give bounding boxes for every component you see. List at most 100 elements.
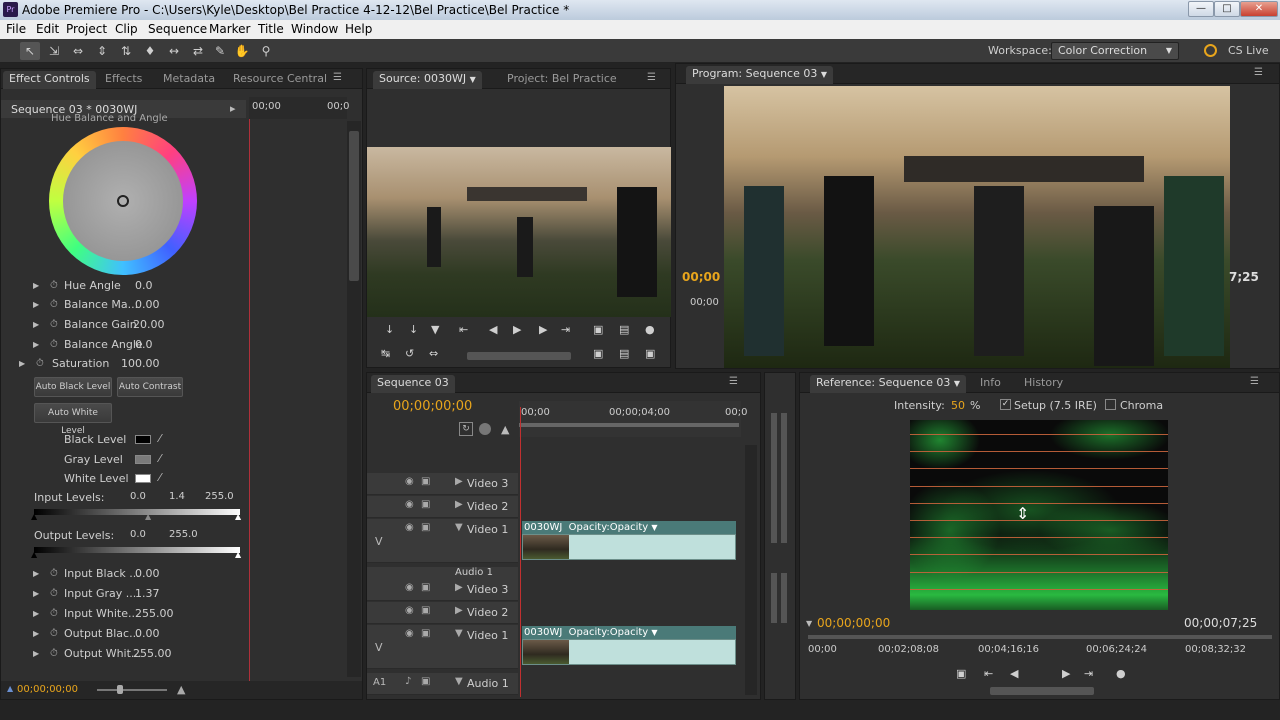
param-value[interactable]: 0.00 — [135, 567, 160, 580]
rate-stretch-tool-icon[interactable]: ⇅ — [116, 42, 136, 60]
output-icon[interactable]: ▣ — [593, 347, 603, 360]
tab-program[interactable]: Program: Sequence 03 ▼ — [686, 66, 834, 84]
menu-marker[interactable]: Marker — [209, 22, 250, 36]
lock-icon[interactable]: ▣ — [421, 522, 430, 533]
expand-icon[interactable]: ▶ — [455, 499, 463, 510]
expand-icon[interactable]: ▶ — [33, 569, 39, 578]
program-time-left[interactable]: 00;00 — [682, 270, 720, 284]
eyedropper-icon[interactable]: ⁄ — [159, 471, 161, 484]
expand-icon[interactable]: ▶ — [33, 589, 39, 598]
expand-icon[interactable]: ▶ — [455, 605, 463, 616]
lift-icon[interactable]: ▤ — [619, 347, 629, 360]
param-value[interactable]: 0.0 — [135, 338, 153, 351]
collapse-icon[interactable]: ▼ — [455, 628, 463, 639]
timeline-timecode[interactable]: 00;00;00;00 — [393, 399, 472, 414]
param-value[interactable]: 1.37 — [135, 587, 160, 600]
nav-icon[interactable]: ▸ — [230, 102, 236, 115]
step-back-icon[interactable]: ◀ — [489, 323, 497, 336]
panel-menu-icon[interactable]: ☰ — [333, 72, 342, 83]
camera-icon[interactable]: ▣ — [645, 347, 655, 360]
auto-black-level-button[interactable]: Auto Black Level — [34, 377, 112, 397]
eyedropper-icon[interactable]: ⁄ — [159, 432, 161, 445]
set-marker-icon[interactable] — [479, 423, 491, 435]
mini-timeline-ruler[interactable]: 00;00 00;0 — [249, 97, 349, 119]
maximize-icon[interactable]: □ — [1214, 1, 1240, 17]
input-level-gray[interactable]: 1.4 — [169, 491, 185, 502]
pen-tool-icon[interactable]: ✎ — [210, 42, 230, 60]
stopwatch-icon[interactable]: ⏱ — [50, 588, 58, 599]
setup-checkbox[interactable]: ✓ — [1000, 399, 1011, 410]
lock-icon[interactable]: ▣ — [421, 676, 430, 687]
black-level-swatch[interactable] — [135, 435, 151, 444]
expand-icon[interactable]: ▶ — [19, 359, 25, 368]
param-value[interactable]: 0.0 — [135, 279, 153, 292]
go-to-out-icon[interactable]: ⇥ — [1084, 667, 1093, 680]
param-value[interactable]: 255.00 — [135, 607, 174, 620]
output-levels-slider[interactable] — [34, 547, 240, 553]
marker-icon[interactable]: ▲ — [501, 423, 509, 436]
stopwatch-icon[interactable]: ⏱ — [50, 280, 58, 291]
param-value[interactable]: 20.00 — [133, 318, 165, 331]
expand-icon[interactable]: ▶ — [455, 582, 463, 593]
timeline-playhead[interactable] — [520, 407, 521, 697]
loop-icon[interactable]: ↺ — [405, 347, 414, 360]
workspace-dropdown[interactable]: Color Correction ▼ — [1051, 42, 1179, 60]
output-level-white[interactable]: 255.0 — [169, 529, 198, 540]
eye-icon[interactable]: ◉ — [405, 605, 414, 616]
tab-reference[interactable]: Reference: Sequence 03 ▼ — [810, 375, 967, 393]
wheel-handle-icon[interactable] — [117, 195, 129, 207]
speaker-icon[interactable]: ♪ — [405, 676, 411, 687]
lock-icon[interactable]: ▣ — [421, 499, 430, 510]
insert-icon[interactable]: ▣ — [593, 323, 603, 336]
vertical-scrollbar[interactable] — [347, 121, 361, 677]
lock-icon[interactable]: ▣ — [421, 582, 430, 593]
step-back-icon[interactable]: ◀ — [1010, 667, 1018, 680]
stopwatch-icon[interactable]: ⏱ — [50, 319, 58, 330]
razor-tool-icon[interactable]: ♦ — [140, 42, 160, 60]
export-frame-icon[interactable]: ● — [645, 323, 655, 336]
lock-icon[interactable]: ▣ — [421, 476, 430, 487]
slider-handle-icon[interactable]: ▲ — [31, 512, 37, 521]
panel-menu-icon[interactable]: ☰ — [1250, 376, 1259, 387]
panel-menu-icon[interactable]: ☰ — [647, 72, 656, 83]
hand-tool-icon[interactable]: ✋ — [232, 42, 252, 60]
tab-project[interactable]: Project: Bel Practice — [501, 71, 623, 89]
tab-info[interactable]: Info — [974, 375, 1007, 393]
tab-resource-central[interactable]: Resource Central — [227, 71, 333, 89]
param-value[interactable]: 0.00 — [135, 298, 160, 311]
tab-sequence[interactable]: Sequence 03 — [371, 375, 455, 393]
safe-margins-icon[interactable]: ⇔ — [429, 347, 438, 360]
stopwatch-icon[interactable]: ⏱ — [36, 358, 44, 369]
menu-project[interactable]: Project — [66, 22, 107, 36]
step-forward-icon[interactable]: ▶ — [539, 323, 547, 336]
slider-handle-icon[interactable]: ▲ — [235, 512, 241, 521]
zoom-tool-icon[interactable]: ⚲ — [256, 42, 276, 60]
track-target-label[interactable]: V — [375, 535, 383, 548]
cs-live-icon[interactable] — [1204, 44, 1217, 57]
input-levels-slider[interactable] — [34, 509, 240, 515]
mark-out-icon[interactable]: ↓ — [409, 323, 418, 336]
expand-icon[interactable]: ▶ — [33, 281, 39, 290]
clip-effect[interactable]: Opacity:Opacity — [569, 522, 649, 533]
program-video-frame[interactable] — [724, 86, 1230, 368]
play-icon[interactable]: ▶ — [513, 323, 521, 336]
expand-icon[interactable]: ▶ — [33, 320, 39, 329]
overlay-icon[interactable]: ▤ — [619, 323, 629, 336]
input-level-black[interactable]: 0.0 — [130, 491, 146, 502]
marker-icon[interactable]: ▼ — [431, 323, 439, 336]
waveform-scope[interactable]: ⇕ — [910, 420, 1168, 610]
footer-timecode[interactable]: 00;00;00;00 — [17, 684, 78, 695]
work-area-bar[interactable] — [519, 423, 739, 427]
saturation-value[interactable]: 100.00 — [121, 357, 160, 370]
menu-file[interactable]: File — [6, 22, 26, 36]
zoom-in-icon[interactable]: ▲ — [177, 683, 185, 696]
gang-to-program-icon[interactable]: ▣ — [956, 667, 966, 680]
reference-time-left[interactable]: 00;00;00;00 — [817, 616, 890, 630]
slip-tool-icon[interactable]: ↔ — [164, 42, 184, 60]
selection-tool-icon[interactable]: ↖ — [20, 42, 40, 60]
slider-handle-icon[interactable]: ▲ — [31, 550, 37, 559]
expand-icon[interactable]: ▶ — [33, 609, 39, 618]
zoom-slider[interactable] — [97, 689, 167, 691]
tab-metadata[interactable]: Metadata — [157, 71, 221, 89]
input-level-white[interactable]: 255.0 — [205, 491, 234, 502]
